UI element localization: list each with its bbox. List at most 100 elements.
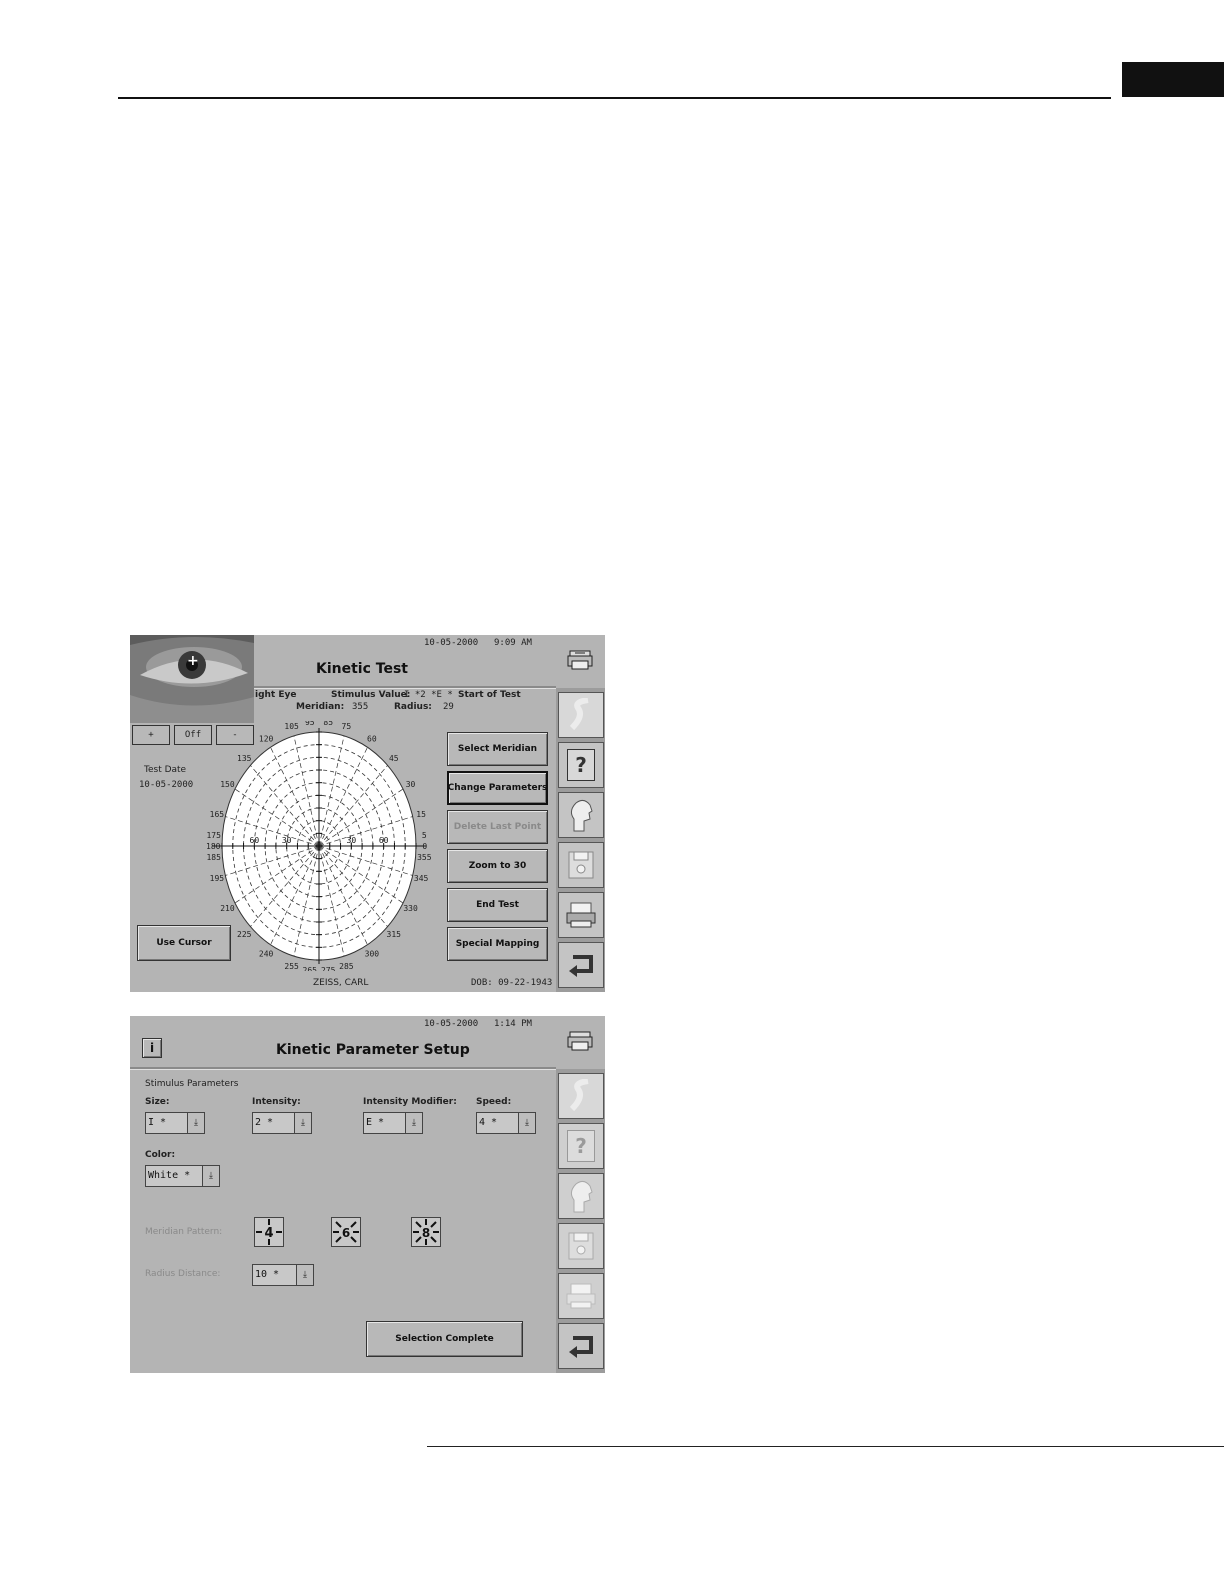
- patient-dob: DOB: 09-22-1943: [471, 978, 553, 988]
- meridian-label-75: 75: [342, 722, 352, 731]
- meridian-label-60: 60: [367, 734, 377, 743]
- meridian-label-120: 120: [259, 734, 274, 743]
- meridian-label-5: 5: [422, 831, 427, 840]
- selection-complete-button[interactable]: Selection Complete: [366, 1321, 523, 1357]
- help-icon: ?: [567, 1130, 595, 1162]
- scale-label-3: 60: [379, 836, 389, 845]
- header-time: 1:14 PM: [494, 1019, 532, 1029]
- meridian-label-185: 185: [206, 853, 221, 862]
- camera-brightness-plus[interactable]: +: [132, 725, 170, 745]
- dropdown-arrow-icon: ⤓: [294, 1113, 311, 1133]
- header-date: 10-05-2000: [424, 638, 479, 648]
- patient-name: ZEISS, CARL: [313, 978, 369, 988]
- kinetic-parameter-setup-screen: 10-05-2000 1:14 PM i Kinetic Parameter S…: [130, 1016, 605, 1373]
- intensity-modifier-select[interactable]: E * ⤓: [363, 1112, 423, 1134]
- sidebar-save-button[interactable]: [558, 842, 604, 888]
- color-value: White *: [148, 1170, 191, 1181]
- disk-icon: [568, 851, 594, 879]
- select-meridian-button[interactable]: Select Meridian: [447, 732, 548, 766]
- printer-icon: [566, 902, 596, 928]
- meridian-label-225: 225: [237, 930, 252, 939]
- sidebar-return-button[interactable]: [558, 1323, 604, 1369]
- meridian-label-105: 105: [284, 722, 299, 731]
- meridian-label-150: 150: [220, 780, 235, 789]
- radius-distance-value: 10 *: [255, 1269, 280, 1280]
- printer-status-icon: [567, 1030, 593, 1056]
- meridian-pattern-label: Meridian Pattern:: [145, 1227, 223, 1237]
- meridian-label-175: 175: [206, 831, 221, 840]
- pattern-6-label: 6: [342, 1226, 350, 1240]
- test-date-label: Test Date: [144, 765, 187, 775]
- dropdown-arrow-icon: ⤓: [202, 1166, 219, 1186]
- footer-rule: [427, 1446, 1224, 1447]
- meridian-label-275: 275: [321, 966, 336, 971]
- meridian-label-265: 265: [303, 966, 318, 971]
- disk-icon: [568, 1232, 594, 1260]
- meridian-label-345: 345: [414, 874, 429, 883]
- page-title: Kinetic Parameter Setup: [276, 1042, 470, 1058]
- scale-label-1: 30: [282, 836, 292, 845]
- dropdown-arrow-icon: ⤓: [405, 1113, 422, 1133]
- stimulus-parameters-heading: Stimulus Parameters: [145, 1079, 239, 1089]
- pattern-6-button[interactable]: 6: [331, 1217, 361, 1247]
- speed-select[interactable]: 4 * ⤓: [476, 1112, 536, 1134]
- fixation-target: +: [187, 653, 199, 669]
- change-parameters-button[interactable]: Change Parameters: [447, 771, 548, 805]
- eye-camera-view: +: [130, 635, 254, 723]
- radius-distance-select[interactable]: 10 * ⤓: [252, 1264, 314, 1286]
- sidebar-help-button[interactable]: ?: [558, 742, 604, 788]
- visual-field-chart[interactable]: 0 15 30 45 60 75 85 95 105 120 135 150 165 175 180 185 1…: [206, 721, 432, 971]
- end-test-button[interactable]: End Test: [447, 888, 548, 922]
- sidebar-print-button[interactable]: [558, 1273, 604, 1319]
- pen-icon: [569, 1079, 589, 1112]
- pattern-4-button[interactable]: 4: [254, 1217, 284, 1247]
- header-rule: [118, 97, 1111, 99]
- sidebar-print-button[interactable]: [558, 892, 604, 938]
- size-select[interactable]: I * ⤓: [145, 1112, 205, 1134]
- stimulus-value: I *2 *E *: [404, 690, 453, 700]
- stimulus-label: Stimulus Value:: [331, 690, 411, 700]
- color-label: Color:: [145, 1150, 176, 1160]
- zoom-to-30-button[interactable]: Zoom to 30: [447, 849, 548, 883]
- info-icon[interactable]: i: [142, 1038, 162, 1058]
- special-mapping-button[interactable]: Special Mapping: [447, 927, 548, 961]
- sidebar-patient-button[interactable]: [558, 1173, 604, 1219]
- page-title: Kinetic Test: [316, 661, 408, 677]
- meridian-label-95: 95: [305, 721, 315, 727]
- speed-label: Speed:: [476, 1097, 512, 1107]
- meridian-label-300: 300: [365, 950, 380, 959]
- pattern-8-label: 8: [422, 1226, 430, 1240]
- printer-status-icon: [567, 649, 593, 675]
- pattern-8-button[interactable]: 8: [411, 1217, 441, 1247]
- meridian-label-165: 165: [210, 810, 225, 819]
- sidebar-patient-button[interactable]: [558, 792, 604, 838]
- meridian-label-85: 85: [323, 721, 333, 727]
- intensity-select[interactable]: 2 * ⤓: [252, 1112, 312, 1134]
- dropdown-arrow-icon: ⤓: [187, 1113, 204, 1133]
- sidebar-tool-button[interactable]: [558, 1073, 604, 1119]
- intensity-label: Intensity:: [252, 1097, 301, 1107]
- pattern-4-icon: 4: [256, 1219, 282, 1245]
- scale-label-2: 30: [347, 836, 357, 845]
- header-date: 10-05-2000: [424, 1019, 479, 1029]
- meridian-label-255: 255: [284, 962, 299, 971]
- delete-last-point-button[interactable]: Delete Last Point: [447, 810, 548, 844]
- color-select[interactable]: White * ⤓: [145, 1165, 220, 1187]
- eye-label: ight Eye: [255, 690, 297, 700]
- return-arrow-icon: [569, 955, 593, 977]
- sidebar-save-button[interactable]: [558, 1223, 604, 1269]
- meridian-label-135: 135: [237, 754, 252, 763]
- dropdown-arrow-icon: ⤓: [296, 1265, 313, 1285]
- intensity-value: 2 *: [255, 1117, 274, 1128]
- sidebar-help-button[interactable]: ?: [558, 1123, 604, 1169]
- sidebar-return-button[interactable]: [558, 942, 604, 988]
- meridian-label-330: 330: [403, 904, 418, 913]
- header-time: 9:09 AM: [494, 638, 532, 648]
- printer-icon: [566, 1283, 596, 1309]
- kinetic-test-screen: 10-05-2000 9:09 AM Kinetic Test + + Off …: [130, 635, 605, 992]
- use-cursor-button[interactable]: Use Cursor: [137, 925, 231, 961]
- scale-label-0: 60: [250, 836, 260, 845]
- meridian-label-0: 0: [422, 842, 427, 851]
- sidebar-tool-button[interactable]: [558, 692, 604, 738]
- radius-distance-label: Radius Distance:: [145, 1269, 221, 1279]
